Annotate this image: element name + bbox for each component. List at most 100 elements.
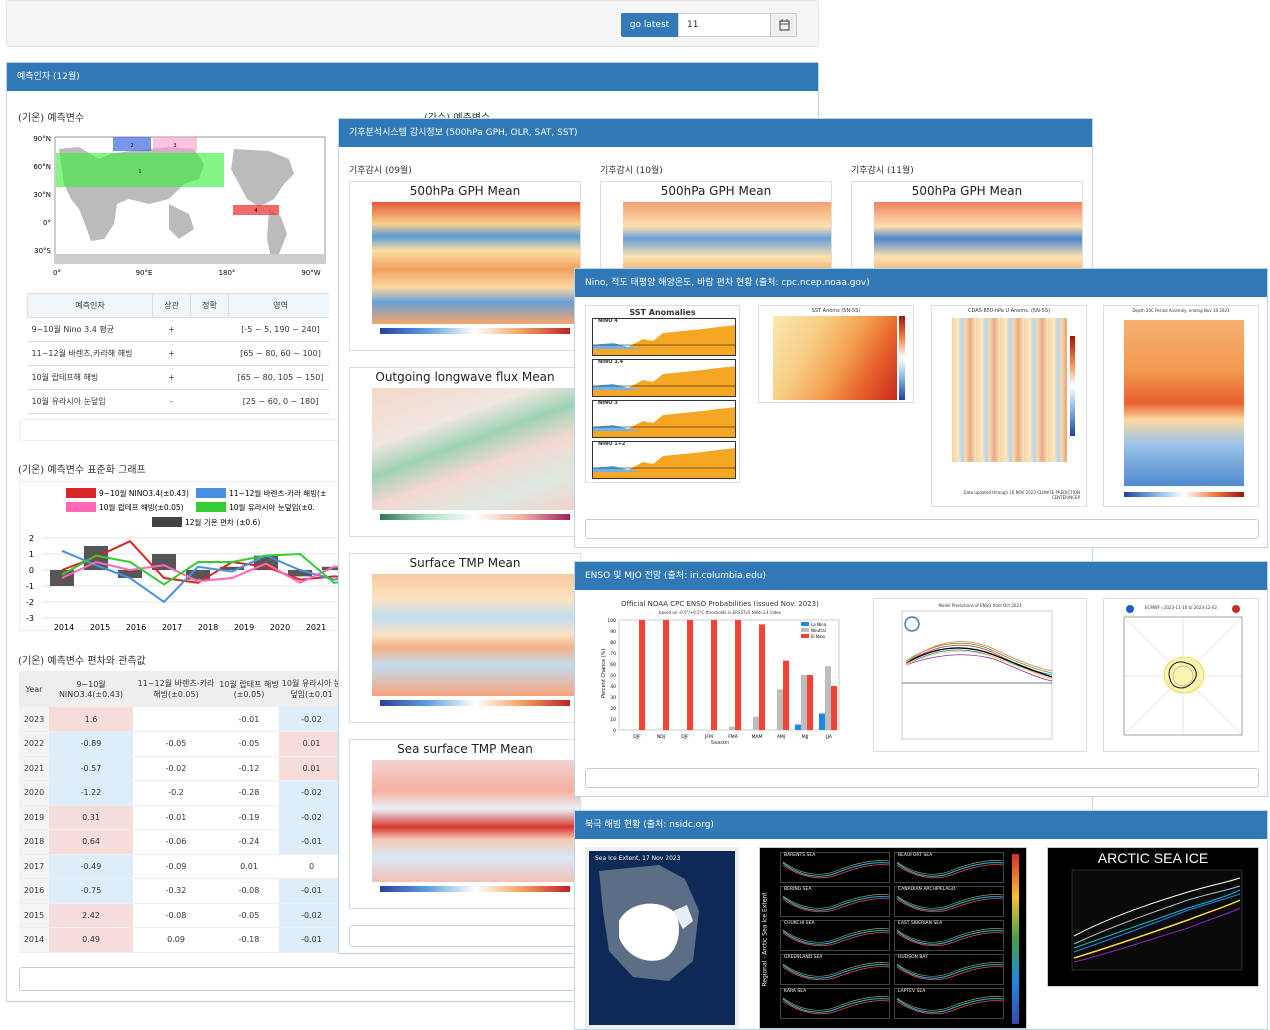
table-cell: 0.64 xyxy=(49,829,133,855)
col-header: 영역 xyxy=(228,293,329,318)
notes-textarea-1[interactable] xyxy=(19,419,344,441)
regional-sea-ice-figure[interactable]: Regional - Arctic Sea Ice Extent BARENTS… xyxy=(759,847,1027,1029)
nino-panel: Nino, 적도 태평양 해양온도, 바람 편차 현황 (출처: cpc.nce… xyxy=(574,268,1268,548)
prob-bar xyxy=(783,660,789,730)
col-header: 10월 랍테프 해빙(±0.05) xyxy=(219,680,279,699)
notes-textarea-2[interactable] xyxy=(19,967,579,991)
sst-hovmoller-figure[interactable]: SST Anoms (5N-5S) xyxy=(758,305,914,403)
legend-swatch xyxy=(66,488,96,498)
x-tick-label: 2016 xyxy=(126,623,146,631)
table-cell: -0.01 xyxy=(279,927,344,953)
col-header: 10월 유라시아 눈덮임(±0.01 xyxy=(281,679,342,699)
model-plumes xyxy=(901,610,1053,740)
enso-prob-figure[interactable]: Official NOAA CPC ENSO Probabilities (is… xyxy=(585,598,855,754)
table-cell: -0.01 xyxy=(133,805,219,830)
colorbar xyxy=(380,328,570,334)
figure-footer: Data updated through 16 NOV 2023 CLIMATE… xyxy=(963,490,1080,500)
cdas-u-figure[interactable]: CDAS 850-hPa U Anoms. (5N-5S) Data updat… xyxy=(931,305,1087,507)
sea-ice-extent-map[interactable]: Sea Ice Extent, 17 Nov 2023 xyxy=(585,847,739,1029)
calendar-button[interactable] xyxy=(770,13,797,37)
table-cell: 0.31 xyxy=(49,805,133,830)
y-tick-label: 60 xyxy=(610,662,616,668)
map-title: Surface TMP Mean xyxy=(409,556,521,570)
table-cell: 9~10월 Nino 3.4 평균 xyxy=(27,317,153,342)
olr-map-sep[interactable]: Outgoing longwave flux Mean xyxy=(349,367,581,537)
legend-label: 11~12월 바렌츠-카라 해빙(± xyxy=(229,488,326,498)
nino-notes-textarea[interactable] xyxy=(585,519,1259,539)
legend-label: La Nina xyxy=(811,622,827,627)
lat-label: 90°N xyxy=(33,135,51,143)
date-input[interactable]: 11 xyxy=(678,13,771,37)
col-header: 예측인자 xyxy=(27,293,153,318)
legend-swatch xyxy=(801,622,809,626)
table-cell: + xyxy=(152,317,191,342)
figure-title: Depth 20C Period Anomaly, ending Nov 16 … xyxy=(1132,308,1230,313)
enso-model-figure[interactable]: Model Predictions of ENSO from Oct 2023 xyxy=(873,598,1087,752)
table-cell: 2022 xyxy=(19,731,49,757)
sea-ice-map xyxy=(599,865,699,981)
prob-bar xyxy=(711,620,717,730)
table-cell: -0.08 xyxy=(133,903,219,928)
sst-index-label: NINO 3.4 xyxy=(598,359,624,365)
gph-field xyxy=(372,202,580,324)
table-cell: 11~12월 바렌츠,카라해 해빙 xyxy=(27,341,153,366)
table-cell: -0.19 xyxy=(219,805,279,830)
predictors-table: 예측인자 상관 정확 영역 9~10월 Nino 3.4 평균 + [-5 ~ 5,… xyxy=(27,293,329,414)
table-cell: [65 ~ 80, 105 ~ 150] xyxy=(228,365,329,390)
prob-bar xyxy=(831,686,837,730)
table-cell: -0.02 xyxy=(279,780,344,806)
table-cell: -0.01 xyxy=(279,829,344,855)
legend-swatch xyxy=(152,517,182,527)
enso-notes-textarea[interactable] xyxy=(585,768,1259,788)
map-title: 500hPa GPH Mean xyxy=(911,184,1023,198)
colorbar xyxy=(1012,854,1019,1024)
table-cell: + xyxy=(152,341,191,366)
table-cell: 10월 랍테프해 해빙 xyxy=(27,365,153,390)
table-cell: 0.01 xyxy=(279,731,344,757)
sst-map-sep[interactable]: Sea surface TMP Mean xyxy=(349,739,581,909)
sst-index-label: NINO 1+2 xyxy=(598,441,626,447)
table-cell: 1.6 xyxy=(49,707,133,732)
legend-swatch xyxy=(196,488,226,498)
table-cell: -0.02 xyxy=(279,805,344,830)
region-label: 3 xyxy=(173,143,176,149)
regional-sea-label: CHUKCHI SEA xyxy=(784,921,815,926)
nino-panel-title: Nino, 적도 태평양 해양온도, 바람 편차 현황 (출처: cpc.nce… xyxy=(575,269,1267,297)
figure-title: SST Anoms (5N-5S) xyxy=(811,308,861,314)
go-latest-button[interactable]: go latest xyxy=(621,13,678,37)
col-header: 상관 xyxy=(152,293,191,318)
y-tick-label: 2 xyxy=(29,534,34,543)
table-row: 2019 0.31 -0.01 -0.19 -0.02 xyxy=(19,805,344,830)
gph-map-sep[interactable]: 500hPa GPH Mean xyxy=(349,181,581,351)
prob-bar xyxy=(795,724,801,730)
prob-bar xyxy=(777,689,783,730)
table-cell: 2021 xyxy=(19,756,49,781)
x-tick-label: 2018 xyxy=(198,623,218,631)
mjo-figure[interactable]: ECMWF | 2023-11-16 to 2023-12-02 xyxy=(1103,598,1259,752)
y-tick-label: 0 xyxy=(29,566,34,575)
arctic-sea-ice-figure[interactable]: ARCTIC SEA ICE xyxy=(1047,847,1259,987)
table-cell: 0.01 xyxy=(219,854,279,879)
colorbar xyxy=(1124,492,1244,497)
prob-bar xyxy=(639,620,645,730)
legend-swatch xyxy=(801,634,809,638)
colorbar xyxy=(380,514,570,520)
table-cell: -0.75 xyxy=(49,878,133,904)
regional-sea-label: KARA SEA xyxy=(784,989,807,994)
depth20-figure[interactable]: Depth 20C Period Anomaly, ending Nov 16 … xyxy=(1103,305,1259,507)
col-title-sep: 기후감시 (09월) xyxy=(349,166,412,176)
sst-anomalies-figure[interactable]: SST Anomalies NINO 4 NINO 3.4 NINO 3 NINO 1… xyxy=(585,305,740,483)
sat-map-sep[interactable]: Surface TMP Mean xyxy=(349,553,581,723)
table-cell: -0.24 xyxy=(219,829,279,855)
seaice-panel: 북극 해빙 현황 (출처: nsidc.org) Sea Ice Extent,… xyxy=(574,810,1268,1030)
table-cell: -0.05 xyxy=(133,731,219,757)
lon-label: 90°E xyxy=(136,269,153,277)
regional-sea-label: EAST SIBERIAN SEA xyxy=(898,921,943,926)
table-cell: 2023 xyxy=(19,707,49,732)
table-cell: 0.49 xyxy=(49,927,133,953)
table-cell: [65 ~ 80, 60 ~ 100] xyxy=(228,341,329,366)
enso-panel: ENSO 및 MJO 전망 (출처: iri.columbia.edu) Off… xyxy=(574,561,1268,797)
table-row: 2020 -1.22 -0.2 -0.28 -0.02 xyxy=(19,780,344,806)
col-header: 11~12월 바렌츠-카라 해빙(±0.05) xyxy=(137,679,215,699)
table-cell: -0.89 xyxy=(49,731,133,757)
